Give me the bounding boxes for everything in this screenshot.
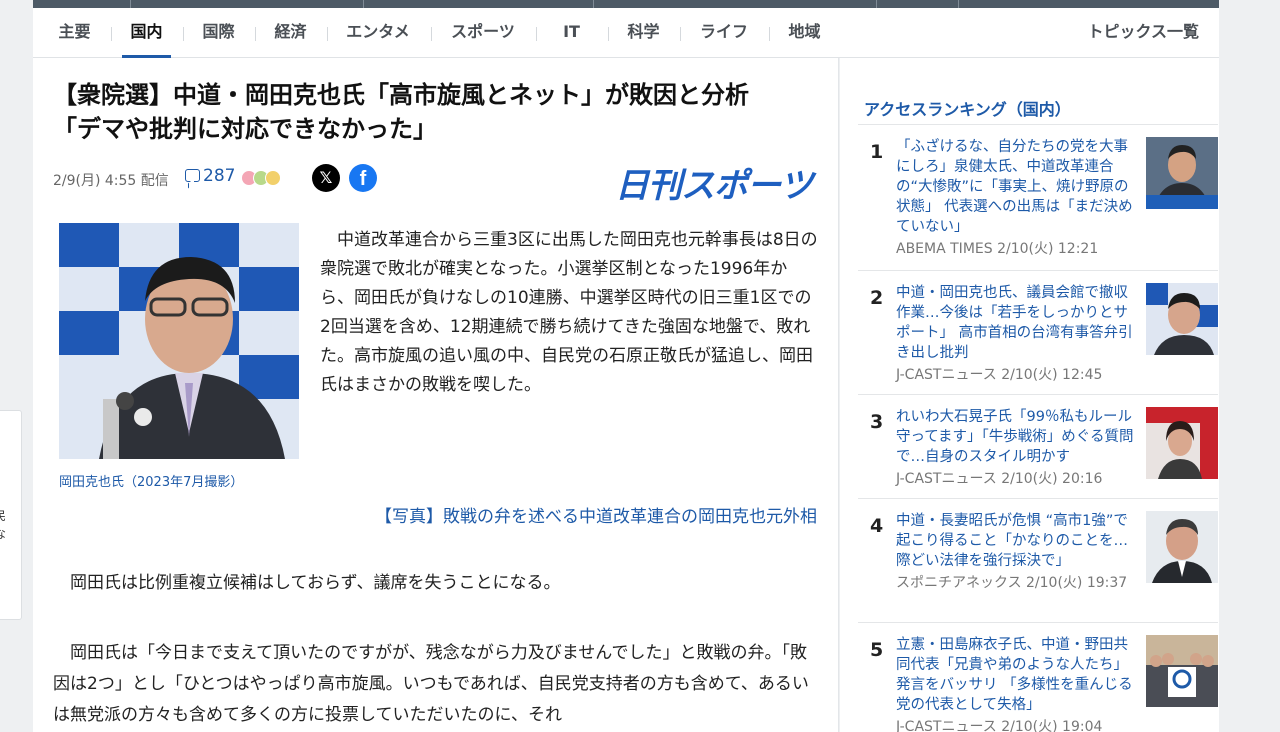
nav-item-science[interactable]: 科学 [627,8,660,58]
photo-caption: 岡田克也氏（2023年7月撮影） [59,475,244,490]
ranking-source: J-CASTニュース 2/10(火) 19:04 [896,719,1103,732]
ranking-sidebar: アクセスランキング（国内） 1 「ふざけるな、自分たちの党を大事にしろ」泉健太氏… [840,58,1219,732]
ranking-item-3[interactable]: 3 れいわ大石晃子氏「99％私もルール守ってます」「牛歩戦術」めぐる質問で…自身… [858,394,1218,498]
ranking-source: J-CASTニュース 2/10(火) 20:16 [896,471,1103,487]
ranking-item-2[interactable]: 2 中道・岡田克也氏、議員会館で撤収作業…今後は「若手をしっかりとサポート」 高… [858,270,1218,394]
ranking-headline[interactable]: 「ふざけるな、自分たちの党を大事にしろ」泉健太氏、中道改革連合の“大惨敗”に「事… [896,137,1142,237]
rank-number: 2 [870,287,884,309]
publish-date: 2/9(月) 4:55 配信 [53,173,169,189]
rank-number: 4 [870,515,884,537]
nav-item-it[interactable]: IT [555,8,588,58]
ranking-thumbnail[interactable] [1146,635,1218,707]
ranking-title: アクセスランキング（国内） [864,100,1071,119]
nav-item-region[interactable]: 地域 [788,8,821,58]
comment-icon [185,169,200,182]
ranking-headline[interactable]: れいわ大石晃子氏「99％私もルール守ってます」「牛歩戦術」めぐる質問で…自身のス… [896,407,1142,467]
comment-count: 287 [203,166,236,186]
ranking-thumbnail[interactable] [1146,511,1218,583]
ranking-headline[interactable]: 立憲・田島麻衣子氏、中道・野田共同代表「兄貴や弟のような人たち」発言をバッサリ … [896,635,1142,715]
rank-number: 5 [870,639,884,661]
facebook-share-icon[interactable]: f [349,164,377,192]
ranking-thumbnail[interactable] [1146,137,1218,209]
ranking-source: スポニチアネックス 2/10(火) 19:37 [896,575,1128,591]
nav-item-life[interactable]: ライフ [699,8,749,58]
category-nav: 主要 国内 国際 経済 エンタメ スポーツ IT 科学 ライフ 地域 トピックス… [33,8,1219,58]
source-logo[interactable]: 日刊スポーツ [615,158,813,207]
title-line-1: 【衆院選】中道・岡田克也氏「高市旋風とネット」が敗因と分析 [53,81,749,109]
nav-item-economy[interactable]: 経済 [274,8,307,58]
rank-number: 1 [870,141,884,163]
top-strip [33,0,1219,8]
x-share-icon[interactable]: 𝕏 [312,164,340,192]
ranking-headline[interactable]: 中道・岡田克也氏、議員会館で撤収作業…今後は「若手をしっかりとサポート」 高市首… [896,283,1142,363]
ranking-headline[interactable]: 中道・長妻昭氏が危惧 “高市1強”で起こり得ること「かなりのことを…際どい法律を… [896,511,1142,571]
side-feedback-tab[interactable]: 民な [0,410,22,620]
article-lead: 中道改革連合から三重3区に出馬した岡田克也元幹事長は8日の衆院選で敗北が確実とな… [320,230,818,395]
rank-number: 3 [870,411,884,433]
article-photo[interactable] [59,223,299,459]
article-main: 【衆院選】中道・岡田克也氏「高市旋風とネット」が敗因と分析 「デマや批判に対応で… [33,58,839,732]
photo-gallery-link[interactable]: 【写真】敗戦の弁を述べる中道改革連合の岡田克也元外相 [323,502,817,527]
nav-item-sports[interactable]: スポーツ [450,8,516,58]
reaction-faces-icon[interactable] [241,170,281,190]
nav-item-international[interactable]: 国際 [202,8,235,58]
comments-link[interactable]: 287 [185,166,235,186]
ranking-item-5[interactable]: 5 立憲・田島麻衣子氏、中道・野田共同代表「兄貴や弟のような人たち」発言をバッサ… [858,622,1218,732]
ranking-thumbnail[interactable] [1146,283,1218,355]
ranking-source: ABEMA TIMES 2/10(火) 12:21 [896,241,1099,257]
nav-item-main[interactable]: 主要 [58,8,91,58]
ranking-item-4[interactable]: 4 中道・長妻昭氏が危惧 “高市1強”で起こり得ること「かなりのことを…際どい法… [858,498,1218,622]
side-tab-text: 民な [0,509,7,541]
article-meta: 2/9(月) 4:55 配信 287 𝕏 f 日刊スポーツ [53,164,823,206]
ranking-thumbnail[interactable] [1146,407,1218,479]
topics-list-link[interactable]: トピックス一覧 [1087,8,1199,56]
ranking-item-1[interactable]: 1 「ふざけるな、自分たちの党を大事にしろ」泉健太氏、中道改革連合の“大惨敗”に… [858,124,1218,270]
ranking-source: J-CASTニュース 2/10(火) 12:45 [896,367,1103,383]
nav-item-entertainment[interactable]: エンタメ [345,8,411,58]
article-title: 【衆院選】中道・岡田克也氏「高市旋風とネット」が敗因と分析 「デマや批判に対応で… [53,78,813,146]
article-paragraph: 岡田氏は比例重複立候補はしておらず、議席を失うことになる。 [70,573,561,593]
nav-item-domestic[interactable]: 国内 [122,8,171,58]
title-line-2: 「デマや批判に対応できなかった」 [53,115,437,143]
article-paragraph: 岡田氏は「今日まで支えて頂いたのですがが、残念ながら力及びませんでした」と敗戦の… [53,643,809,725]
